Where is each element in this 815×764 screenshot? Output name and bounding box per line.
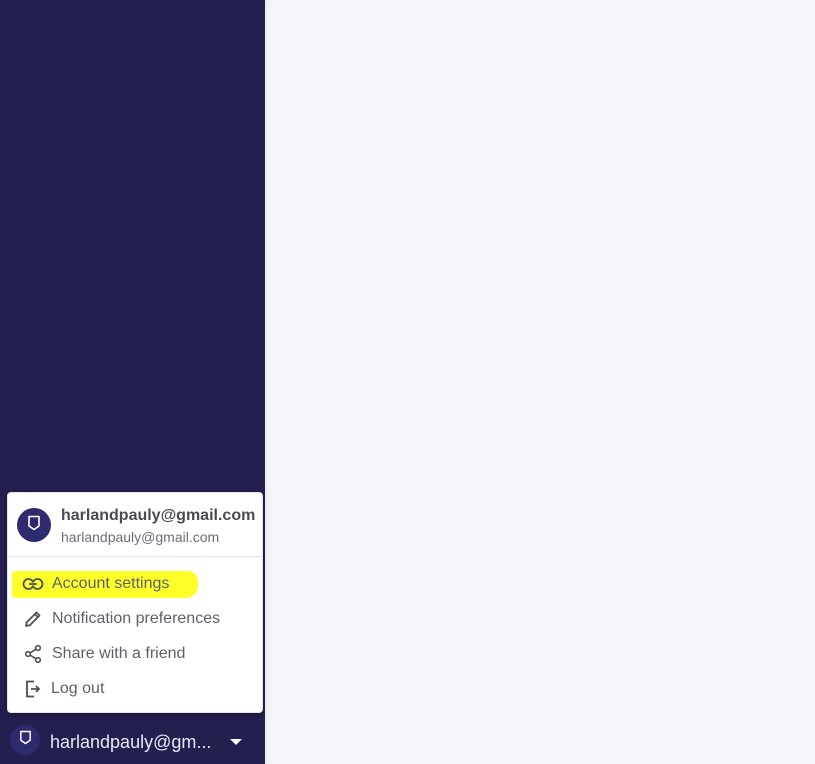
shield-icon — [27, 515, 41, 536]
avatar — [17, 508, 51, 542]
user-menu-toggle[interactable]: harlandpauly@gm... — [0, 720, 265, 764]
menu-item-account-settings[interactable]: Account settings — [8, 568, 262, 600]
menu-item-label: Notification preferences — [52, 610, 221, 627]
sidebar: harlandpauly@gmail.com harlandpauly@gmai… — [0, 0, 265, 764]
menu-item-label: Log out — [51, 680, 105, 697]
user-menu-header: harlandpauly@gmail.com harlandpauly@gmai… — [8, 493, 262, 557]
user-menu-dropdown: harlandpauly@gmail.com harlandpauly@gmai… — [7, 492, 263, 713]
menu-item-share-with-a-friend[interactable]: Share with a friend — [8, 638, 262, 670]
link-icon — [22, 574, 44, 594]
user-email: harlandpauly@gmail.com — [61, 529, 220, 545]
menu-item-notification-preferences[interactable]: Notification preferences — [8, 603, 262, 635]
share-icon — [22, 644, 44, 664]
user-name: harlandpauly@gmail.com — [61, 507, 256, 524]
menu-item-label: Share with a friend — [52, 645, 186, 662]
menu-item-log-out[interactable]: Log out — [8, 673, 262, 705]
logout-icon — [22, 679, 44, 699]
current-user-name: harlandpauly@gm... — [50, 732, 212, 752]
avatar — [10, 725, 40, 755]
caret-down-icon[interactable] — [230, 739, 242, 745]
main-content — [265, 0, 815, 764]
shield-icon — [19, 730, 32, 750]
menu-item-label: Account settings — [52, 575, 170, 592]
pencil-icon — [22, 609, 44, 629]
